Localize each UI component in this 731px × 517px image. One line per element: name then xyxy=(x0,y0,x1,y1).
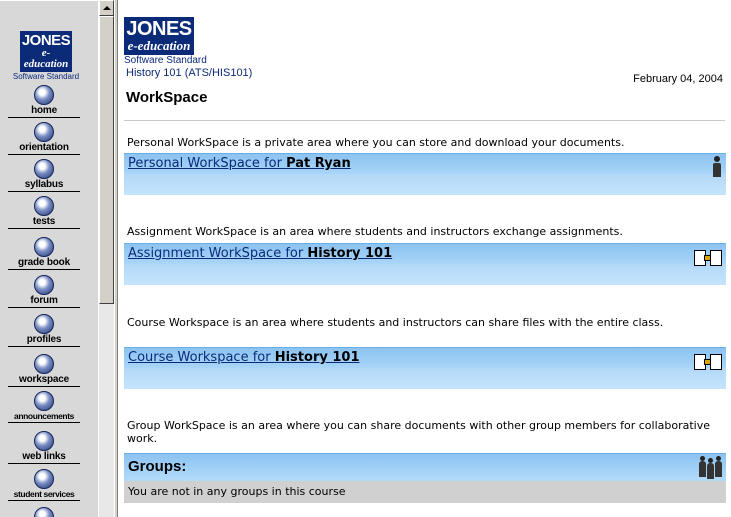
nav-scrollbar[interactable] xyxy=(98,0,114,517)
link-prefix: Personal WorkSpace for xyxy=(128,156,287,171)
link-course: History 101 xyxy=(274,350,360,365)
nav-announcements[interactable]: announcements xyxy=(4,391,84,423)
link-prefix: Course Workspace for xyxy=(128,350,275,365)
nav-grade-book[interactable]: grade book xyxy=(4,237,84,270)
page-title: WorkSpace xyxy=(126,89,208,106)
profiles-icon xyxy=(34,314,54,334)
link-owner: Pat Ryan xyxy=(286,156,351,171)
nav-workspace[interactable]: workspace xyxy=(4,354,84,387)
header-logo: JONES e-education Software Standard xyxy=(124,17,207,66)
course-workspace-link[interactable]: Course Workspace for History 101 xyxy=(128,350,360,365)
personal-description: Personal WorkSpace is a private area whe… xyxy=(127,136,625,149)
course-workspace-bar: Course Workspace for History 101 xyxy=(124,347,726,389)
assignment-workspace-link[interactable]: Assignment WorkSpace for History 101 xyxy=(128,246,392,261)
current-date: February 04, 2004 xyxy=(633,73,723,85)
scroll-thumb[interactable] xyxy=(99,16,114,304)
nav-orientation[interactable]: orientation xyxy=(4,122,84,155)
main-content: JONES e-education Software Standard Hist… xyxy=(118,0,731,517)
personal-workspace-bar: Personal WorkSpace for Pat Ryan xyxy=(124,153,726,195)
nav-label: grade book xyxy=(8,257,80,270)
syllabus-icon xyxy=(34,159,54,179)
groups-section: Groups: You are not in any groups in thi… xyxy=(124,453,726,503)
nav-profiles[interactable]: profiles xyxy=(4,314,84,347)
logo-tagline: Software Standard xyxy=(12,72,80,81)
orientation-icon xyxy=(34,122,54,142)
nav-tests[interactable]: tests xyxy=(4,196,84,229)
logo-name: JONES xyxy=(21,32,71,49)
nav-student-services[interactable]: student services xyxy=(4,469,84,501)
nav-label: home xyxy=(8,105,80,118)
nav-label: web links xyxy=(8,451,80,464)
nav-logo[interactable]: JONES e-education Software Standard xyxy=(8,31,84,81)
nav-web-links[interactable]: web links xyxy=(4,431,84,464)
announcements-icon xyxy=(34,391,54,411)
nav-more[interactable] xyxy=(4,507,84,517)
exchange-icon xyxy=(694,354,722,372)
student-services-icon xyxy=(34,469,54,489)
forum-icon xyxy=(34,275,54,295)
personal-workspace-link[interactable]: Personal WorkSpace for Pat Ryan xyxy=(128,156,351,171)
scroll-up-icon[interactable] xyxy=(99,0,114,16)
logo-sub: e-education xyxy=(23,47,69,70)
nav-next-icon xyxy=(34,507,54,517)
nav-label: profiles xyxy=(8,334,80,347)
web-links-icon xyxy=(34,431,54,451)
exchange-icon xyxy=(694,250,722,268)
group-description: Group WorkSpace is an area where you can… xyxy=(127,419,710,445)
home-icon xyxy=(34,85,54,105)
divider xyxy=(124,120,725,121)
nav-home[interactable]: home xyxy=(4,85,84,118)
tests-icon xyxy=(34,196,54,216)
logo-sub: e-education xyxy=(127,38,191,53)
logo-name: JONES xyxy=(126,18,192,40)
assignment-workspace-bar: Assignment WorkSpace for History 101 xyxy=(124,243,726,285)
nav-label: syllabus xyxy=(8,179,80,192)
nav-syllabus[interactable]: syllabus xyxy=(4,159,84,192)
logo-tagline: Software Standard xyxy=(124,55,207,66)
course-name: History 101 (ATS/HIS101) xyxy=(126,67,253,79)
nav-label: tests xyxy=(8,216,80,229)
link-prefix: Assignment WorkSpace for xyxy=(128,246,308,261)
person-icon xyxy=(712,156,722,178)
group-icon xyxy=(698,456,722,479)
nav-forum[interactable]: forum xyxy=(4,275,84,308)
workspace-icon xyxy=(34,354,54,374)
nav-label: orientation xyxy=(8,142,80,155)
jones-logo: JONES e-education xyxy=(124,17,194,55)
assignment-description: Assignment WorkSpace is an area where st… xyxy=(127,225,623,238)
link-course: History 101 xyxy=(307,246,393,261)
jones-logo: JONES e-education xyxy=(20,31,72,72)
nav-label: student services xyxy=(8,489,80,501)
grade-book-icon xyxy=(34,237,54,257)
course-description: Course Workspace is an area where studen… xyxy=(127,316,664,329)
groups-message: You are not in any groups in this course xyxy=(124,481,726,503)
nav-label: announcements xyxy=(8,411,80,423)
groups-header: Groups: xyxy=(124,453,726,481)
left-navigation: JONES e-education Software Standard home… xyxy=(0,0,98,517)
groups-heading: Groups: xyxy=(128,458,187,475)
nav-label: workspace xyxy=(8,374,80,387)
nav-label: forum xyxy=(8,295,80,308)
